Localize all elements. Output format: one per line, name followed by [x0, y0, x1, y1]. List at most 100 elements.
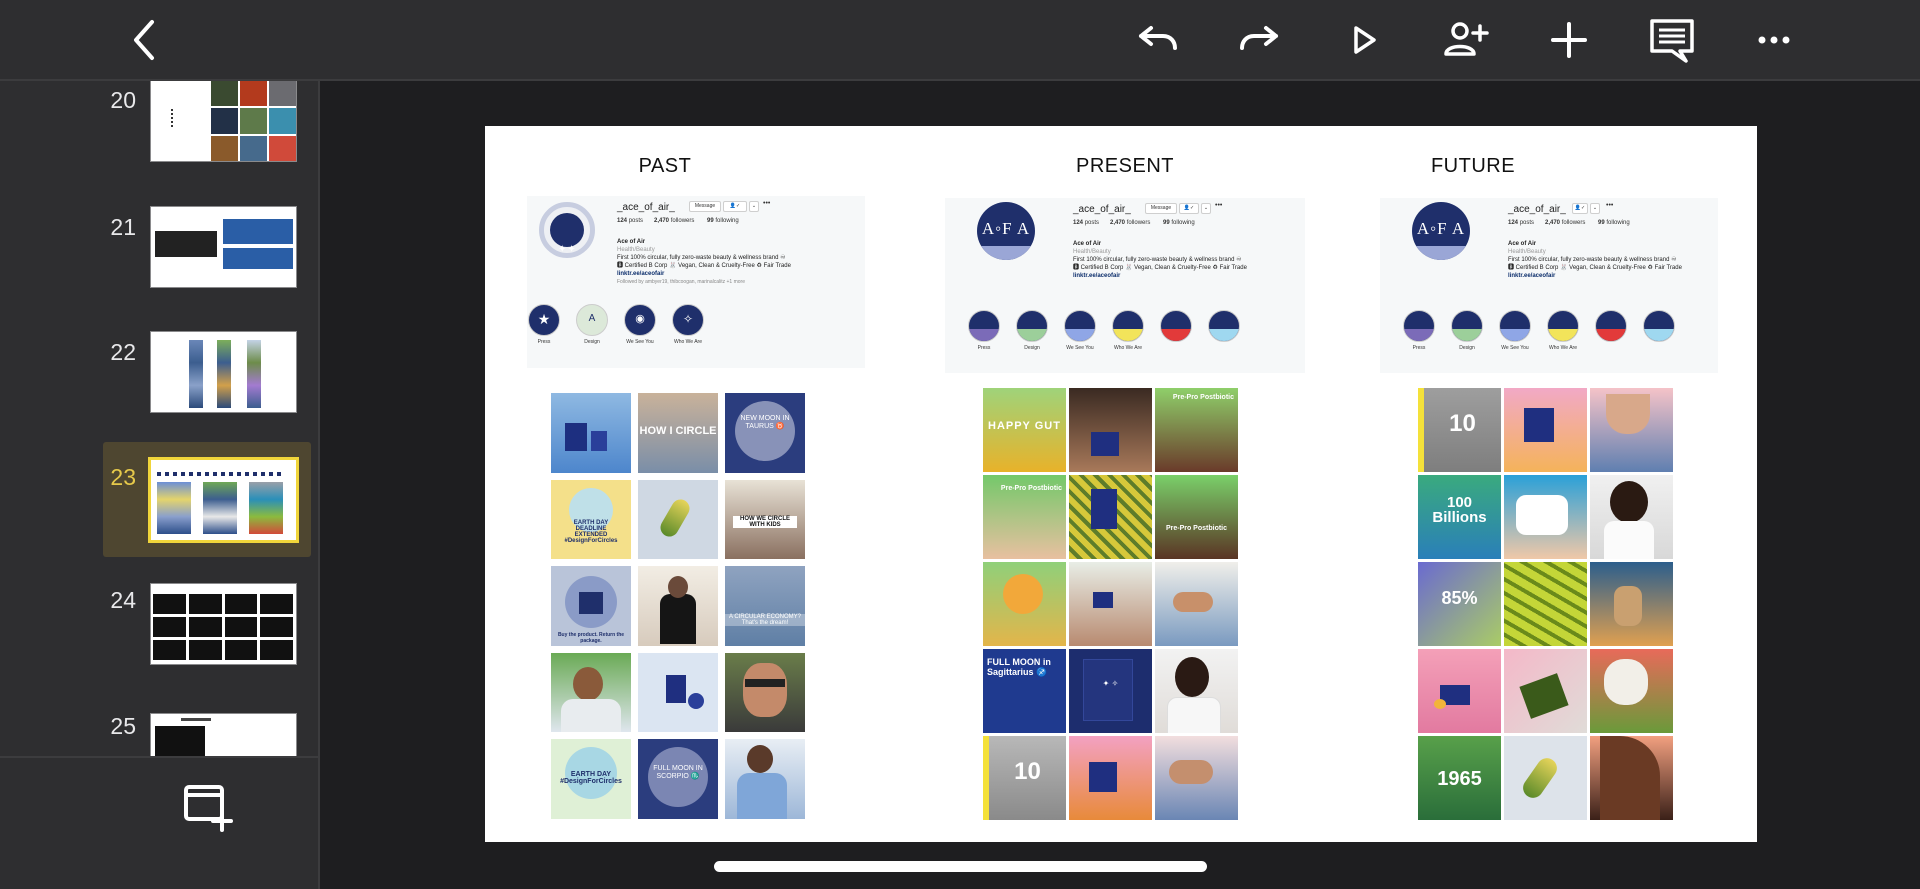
instagram-profile-present: A◦F A _ace_of_air_ Message 👤✓ ⌄ ••• 124 … — [945, 198, 1305, 373]
slide-number: 23 — [110, 464, 136, 490]
follow-button: 👤✓ — [723, 201, 747, 212]
slide-canvas[interactable]: PAST ✦✦ _ace_of_air_ Message 👤✓ ⌄ ••• 12… — [485, 126, 1757, 842]
profile-handle: _ace_of_air_ — [1073, 204, 1131, 215]
redo-icon[interactable] — [1234, 14, 1286, 66]
post-tile: Buy the product. Return the package. — [551, 566, 631, 646]
post-tile: 10 — [983, 736, 1066, 820]
add-person-icon[interactable] — [1440, 14, 1492, 66]
profile-handle: _ace_of_air_ — [617, 202, 675, 213]
slide-thumbnail-24[interactable]: 24 — [0, 583, 318, 695]
post-tile — [1590, 649, 1673, 733]
slide-number: 21 — [110, 214, 136, 240]
post-tile: Pre-Pro Postbiotic — [1155, 388, 1238, 472]
comment-icon[interactable] — [1646, 14, 1698, 66]
slide-thumbnail-22[interactable]: 22 — [0, 331, 318, 443]
posts-stat: 124 posts — [1073, 220, 1100, 226]
post-tile — [1069, 736, 1152, 820]
post-tile — [983, 562, 1066, 646]
highlight-who-we-are: Who We Are — [1111, 310, 1145, 351]
post-tile: A CIRCULAR ECONOMY? That's the dream! — [725, 566, 805, 646]
post-tile — [1069, 562, 1152, 646]
post-tile: ✦ ✧ — [1069, 649, 1152, 733]
post-grid-future: 10 100 Billions 85% 1965 — [1418, 388, 1673, 820]
instagram-profile-future: A◦F A _ace_of_air_ 👤✓ ⌄ ••• 124 posts 2,… — [1380, 198, 1718, 373]
post-tile: HOW I CIRCLE — [638, 393, 718, 473]
post-tile — [1590, 736, 1673, 820]
post-tile — [1069, 475, 1152, 559]
highlight-red — [1594, 310, 1628, 342]
highlight-press: ★ Press — [527, 304, 561, 345]
more-icon: ••• — [763, 200, 771, 207]
post-tile: Pre-Pro Postbiotic — [1155, 475, 1238, 559]
slide-preview — [150, 583, 297, 665]
plus-icon[interactable] — [1543, 14, 1595, 66]
posts-stat: 124 posts — [617, 218, 644, 224]
sidebar-footer — [0, 756, 320, 889]
followers-stat: 2,470 followers — [1110, 220, 1151, 226]
post-tile: HAPPY GUT — [983, 388, 1066, 472]
slide-thumbnail-20[interactable]: 20 — [0, 81, 318, 193]
post-tile — [551, 652, 631, 733]
follow-button: 👤✓ — [1572, 203, 1588, 214]
top-toolbar — [0, 0, 1920, 81]
post-tile — [638, 566, 718, 646]
post-tile: FULL MOON IN SCORPIO ♏ — [638, 739, 718, 819]
followers-stat: 2,470 followers — [1545, 220, 1586, 226]
profile-bio: Ace of Air Health/Beauty First 100% circ… — [1508, 241, 1682, 279]
column-title-past: PAST — [638, 155, 692, 177]
slide-number: 25 — [110, 713, 136, 739]
slide-preview — [148, 457, 299, 543]
play-icon[interactable] — [1338, 14, 1390, 66]
column-title-present: PRESENT — [1076, 155, 1174, 177]
slide-preview — [150, 331, 297, 413]
post-tile — [1504, 562, 1587, 646]
posts-stat: 124 posts — [1508, 220, 1535, 226]
slide-thumbnail-23[interactable]: 23 — [0, 442, 318, 557]
story-highlights: Press Design We See You Who We Are — [1380, 310, 1718, 360]
post-tile: EARTH DAY DEADLINE EXTENDED #DesignForCi… — [551, 479, 631, 560]
profile-bio: Ace of Air Health/Beauty First 100% circ… — [1073, 241, 1247, 279]
slide-preview — [150, 81, 297, 162]
post-tile — [1590, 562, 1673, 646]
profile-avatar: A◦F A — [1412, 202, 1470, 260]
more-icon[interactable] — [1748, 14, 1800, 66]
slide-preview — [150, 713, 297, 756]
post-tile — [551, 393, 631, 473]
following-stat: 99 following — [1163, 220, 1195, 226]
suggest-button: ⌄ — [1590, 203, 1600, 214]
post-tile — [1504, 388, 1587, 472]
message-button: Message — [1145, 203, 1177, 214]
post-tile: EARTH DAY #DesignForCircles — [551, 739, 631, 819]
highlight-sky — [1207, 310, 1241, 342]
instagram-profile-past: ✦✦ _ace_of_air_ Message 👤✓ ⌄ ••• 124 pos… — [527, 196, 865, 368]
home-indicator[interactable] — [714, 861, 1207, 872]
post-tile — [1504, 649, 1587, 733]
slide-preview — [150, 206, 297, 288]
slide-thumbnail-21[interactable]: 21 — [0, 206, 318, 318]
post-tile: HOW WE CIRCLE WITH KIDS — [725, 479, 805, 560]
highlight-we-see-you: We See You — [1063, 310, 1097, 351]
more-icon: ••• — [1606, 202, 1614, 209]
post-tile — [1590, 388, 1673, 472]
post-grid-past: HOW I CIRCLE NEW MOON IN TAURUS ♉ EARTH … — [551, 393, 805, 819]
suggest-button: ⌄ — [749, 201, 759, 212]
highlight-red — [1159, 310, 1193, 342]
post-tile — [1590, 475, 1673, 559]
slide-thumbnail-25[interactable]: 25 — [0, 709, 318, 756]
highlight-who-we-are: ✧ Who We Are — [671, 304, 705, 345]
highlight-design: A Design — [575, 304, 609, 345]
post-tile: 10 — [1418, 388, 1501, 472]
post-tile — [1155, 562, 1238, 646]
more-icon: ••• — [1215, 202, 1223, 209]
story-highlights: Press Design We See You Who We Are — [945, 310, 1283, 360]
post-tile — [1155, 736, 1238, 820]
highlight-press: Press — [967, 310, 1001, 351]
highlight-press: Press — [1402, 310, 1436, 351]
following-stat: 99 following — [707, 218, 739, 224]
undo-icon[interactable] — [1131, 14, 1183, 66]
chevron-left-icon[interactable] — [120, 14, 172, 66]
post-tile — [1504, 475, 1587, 559]
post-tile — [1418, 649, 1501, 733]
add-slide-icon[interactable] — [180, 780, 234, 834]
post-tile: FULL MOON in Sagittarius ♐ — [983, 649, 1066, 733]
